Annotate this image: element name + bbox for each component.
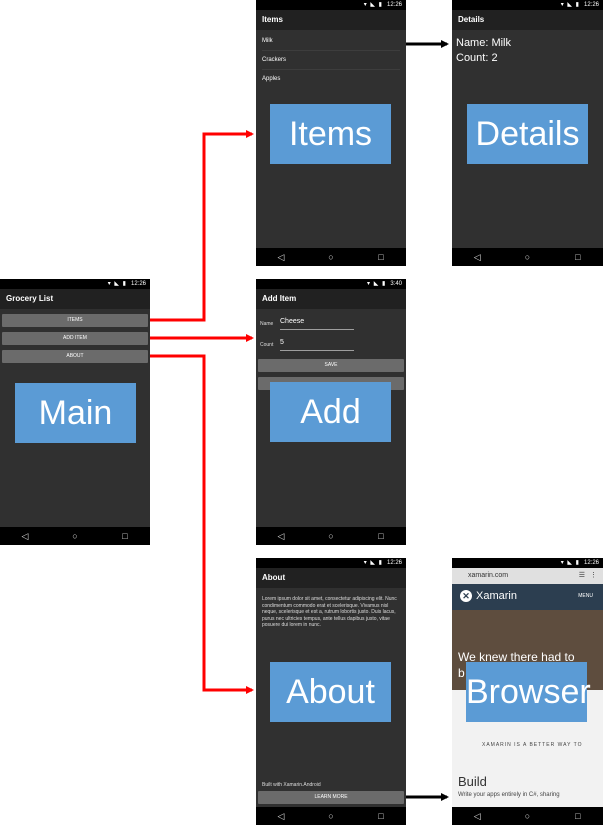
tagline: XAMARIN IS A BETTER WAY TO <box>482 742 583 748</box>
count-field[interactable]: 5 <box>280 339 354 351</box>
build-heading: Build <box>458 774 487 789</box>
status-time: 3:40 <box>390 281 402 287</box>
overflow-menu-icon[interactable]: ⋮ <box>590 568 597 584</box>
back-icon[interactable]: ◁ <box>15 531 35 542</box>
xamarin-header: ✕ Xamarin MENU <box>452 584 603 610</box>
back-icon[interactable]: ◁ <box>271 252 291 263</box>
status-time: 12:26 <box>583 560 599 566</box>
status-time: 12:26 <box>583 2 599 8</box>
about-screen: ▾ ◣ ▮ 12:26 About Lorem ipsum dolor sit a… <box>256 558 406 825</box>
home-icon[interactable]: ○ <box>517 811 537 821</box>
about-label: About <box>270 662 391 722</box>
nav-bar: ◁ ○ □ <box>452 248 603 266</box>
nav-bar: ◁ ○ □ <box>256 807 406 825</box>
detail-name: Name: Milk <box>456 37 512 49</box>
items-screen: ▾ ◣ ▮ 12:26 Items Milk Crackers Apples It… <box>256 0 406 266</box>
main-title: Grocery List <box>0 289 150 309</box>
recents-icon[interactable]: □ <box>371 811 391 821</box>
detail-count: Count: 2 <box>456 52 498 64</box>
items-button[interactable]: ITEMS <box>2 314 148 327</box>
url-text: xamarin.com <box>468 572 509 579</box>
about-footer: Built with Xamarin.Android <box>262 782 321 788</box>
add-title: Add Item <box>256 289 406 309</box>
back-icon[interactable]: ◁ <box>271 811 291 822</box>
status-time: 12:26 <box>386 560 402 566</box>
xamarin-brand: Xamarin <box>476 590 517 602</box>
back-icon[interactable]: ◁ <box>467 811 487 822</box>
items-title: Items <box>256 10 406 30</box>
home-icon[interactable]: ○ <box>321 811 341 821</box>
home-icon[interactable]: ○ <box>321 531 341 541</box>
arrow-main-to-items <box>150 130 254 322</box>
recents-icon[interactable]: □ <box>115 531 135 541</box>
about-button[interactable]: ABOUT <box>2 350 148 363</box>
details-label: Details <box>467 104 588 164</box>
save-button[interactable]: SAVE <box>258 359 404 372</box>
browser-label: Browser <box>466 662 591 722</box>
list-item[interactable]: Crackers <box>262 51 400 70</box>
about-title: About <box>256 568 406 588</box>
status-time: 12:26 <box>386 2 402 8</box>
items-label: Items <box>270 104 391 164</box>
recents-icon[interactable]: □ <box>568 811 588 821</box>
nav-bar: ◁ ○ □ <box>256 527 406 545</box>
site-menu[interactable]: MENU <box>578 593 593 599</box>
main-screen: ▾ ◣ ▮ 12:26 Grocery List ITEMS ADD ITEM A… <box>0 279 150 545</box>
count-field-label: Count <box>260 342 274 348</box>
xamarin-logo-icon: ✕ <box>460 590 472 602</box>
status-bar: ▾ ◣ ▮ 12:26 <box>0 279 150 289</box>
recents-icon[interactable]: □ <box>371 531 391 541</box>
arrow-main-to-about <box>150 354 254 694</box>
browser-url-bar[interactable]: xamarin.com ☰ ⋮ <box>452 568 603 584</box>
hero-text-2: b <box>458 666 465 680</box>
name-field-label: Name <box>260 321 274 327</box>
details-title: Details <box>452 10 603 30</box>
add-label: Add <box>270 382 391 442</box>
about-body: Lorem ipsum dolor sit amet, consectetur … <box>262 596 397 628</box>
list-item[interactable]: Milk <box>262 32 400 51</box>
home-icon[interactable]: ○ <box>321 252 341 262</box>
learn-more-button[interactable]: LEARN MORE <box>258 791 404 804</box>
list-item[interactable]: Apples <box>262 70 400 88</box>
recents-icon[interactable]: □ <box>568 252 588 262</box>
browser-screen: ▾ ◣ ▮ 12:26 xamarin.com ☰ ⋮ ✕ Xamarin MEN… <box>452 558 603 825</box>
status-time: 12:26 <box>130 281 146 287</box>
back-icon[interactable]: ◁ <box>467 252 487 263</box>
recents-icon[interactable]: □ <box>371 252 391 262</box>
add-screen: ▾ ◣ ▮ 3:40 Add Item Name Cheese Count 5 S… <box>256 279 406 545</box>
nav-bar: ◁ ○ □ <box>452 807 603 825</box>
name-field[interactable]: Cheese <box>280 318 354 330</box>
status-bar: ▾ ◣ ▮ 12:26 <box>256 558 406 568</box>
build-sub: Write your apps entirely in C#, sharing <box>458 792 560 798</box>
status-bar: ▾ ◣ ▮ 12:26 <box>452 558 603 568</box>
nav-bar: ◁ ○ □ <box>256 248 406 266</box>
home-icon[interactable]: ○ <box>65 531 85 541</box>
status-bar: ▾ ◣ ▮ 12:26 <box>452 0 603 10</box>
main-label: Main <box>15 383 136 443</box>
status-bar: ▾ ◣ ▮ 12:26 <box>256 0 406 10</box>
tabs-icon[interactable]: ☰ <box>579 568 585 584</box>
status-bar: ▾ ◣ ▮ 3:40 <box>256 279 406 289</box>
details-screen: ▾ ◣ ▮ 12:26 Details Name: Milk Count: 2 D… <box>452 0 603 266</box>
home-icon[interactable]: ○ <box>517 252 537 262</box>
back-icon[interactable]: ◁ <box>271 531 291 542</box>
nav-bar: ◁ ○ □ <box>0 527 150 545</box>
add-item-button[interactable]: ADD ITEM <box>2 332 148 345</box>
